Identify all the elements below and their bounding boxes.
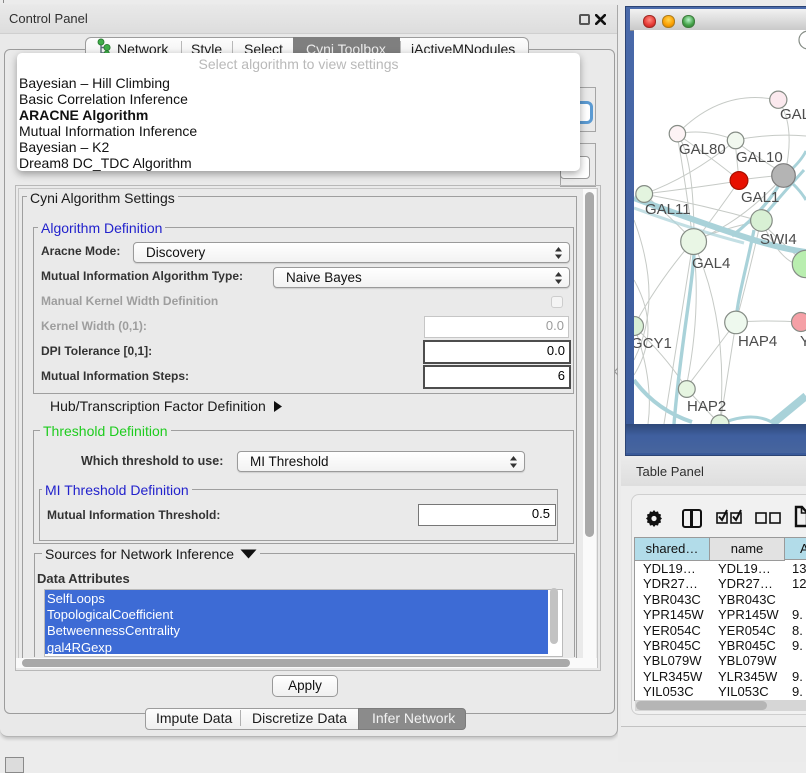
svg-text:GAL: GAL: [780, 106, 806, 123]
svg-text:GAL1: GAL1: [741, 189, 779, 206]
svg-text:HAP2: HAP2: [687, 398, 726, 415]
svg-text:Y: Y: [800, 333, 806, 350]
svg-text:SWI4: SWI4: [760, 231, 797, 248]
svg-text:GAL10: GAL10: [736, 149, 783, 166]
svg-text:GAL4: GAL4: [692, 255, 730, 272]
svg-text:GAL11: GAL11: [645, 201, 691, 218]
svg-text:HAP4: HAP4: [738, 333, 777, 350]
svg-text:GAL80: GAL80: [679, 141, 726, 158]
svg-text:GCY1: GCY1: [634, 335, 672, 352]
